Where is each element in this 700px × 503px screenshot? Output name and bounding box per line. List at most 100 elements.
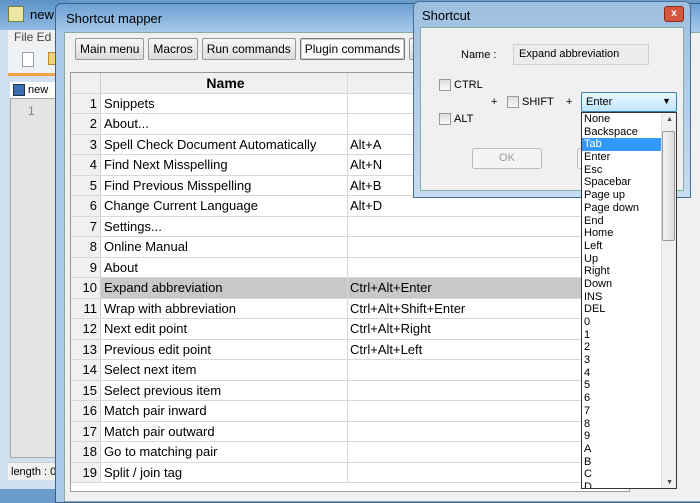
table-row[interactable]: 14 Select next item: [71, 360, 631, 381]
tab-plugin-commands[interactable]: Plugin commands: [299, 38, 406, 60]
row-name: Expand abbreviation: [101, 278, 348, 298]
row-number: 4: [71, 155, 101, 175]
row-name: About: [101, 257, 348, 277]
key-option[interactable]: A: [582, 443, 661, 456]
key-option[interactable]: Up: [582, 253, 661, 266]
table-row[interactable]: 12 Next edit point Ctrl+Alt+Right: [71, 319, 631, 340]
table-row[interactable]: 15 Select previous item: [71, 380, 631, 401]
key-option[interactable]: D: [582, 481, 661, 488]
row-name: Match pair inward: [101, 401, 348, 421]
save-icon: [13, 84, 25, 96]
row-number: 18: [71, 442, 101, 462]
key-option[interactable]: B: [582, 456, 661, 469]
checkbox-icon: [439, 79, 451, 91]
scroll-up-icon[interactable]: ▲: [666, 116, 673, 123]
key-option[interactable]: C: [582, 468, 661, 481]
table-row[interactable]: 13 Previous edit point Ctrl+Alt+Left: [71, 339, 631, 360]
key-option[interactable]: Tab: [582, 138, 661, 152]
key-option[interactable]: 6: [582, 392, 661, 405]
key-option[interactable]: 5: [582, 379, 661, 392]
row-name: Change Current Language: [101, 196, 348, 216]
key-option[interactable]: Spacebar: [582, 176, 661, 189]
row-name: Previous edit point: [101, 339, 348, 359]
row-number: 12: [71, 319, 101, 339]
table-row[interactable]: 8 Online Manual: [71, 237, 631, 258]
row-number: 7: [71, 216, 101, 236]
row-name: Go to matching pair: [101, 442, 348, 462]
key-option[interactable]: 8: [582, 418, 661, 431]
key-option[interactable]: INS: [582, 291, 661, 304]
key-option[interactable]: Backspace: [582, 126, 661, 139]
key-option[interactable]: Right: [582, 265, 661, 278]
window-title: new: [30, 6, 54, 22]
new-file-icon[interactable]: [22, 52, 34, 67]
key-option[interactable]: None: [582, 113, 661, 126]
row-name: Next edit point: [101, 319, 348, 339]
row-number: 14: [71, 360, 101, 380]
ctrl-checkbox[interactable]: CTRL: [439, 79, 483, 91]
row-name: Online Manual: [101, 237, 348, 257]
key-option[interactable]: 4: [582, 367, 661, 380]
checkbox-icon: [439, 113, 451, 125]
tab-macros[interactable]: Macros: [148, 38, 198, 60]
key-dropdown-list[interactable]: None Backspace Tab Enter Esc Spacebar Page up P…: [581, 112, 677, 489]
line-number: 1: [28, 104, 35, 118]
row-number: 13: [71, 339, 101, 359]
key-option[interactable]: Esc: [582, 164, 661, 177]
row-number: 17: [71, 421, 101, 441]
table-row[interactable]: 16 Match pair inward: [71, 401, 631, 422]
row-name: Settings...: [101, 216, 348, 236]
row-number: 16: [71, 401, 101, 421]
name-field: Expand abbreviation: [513, 44, 649, 65]
key-option[interactable]: 1: [582, 329, 661, 342]
row-name: Snippets: [101, 93, 348, 113]
plus-label: +: [491, 96, 498, 108]
table-row[interactable]: 17 Match pair outward: [71, 421, 631, 442]
ok-button[interactable]: OK: [472, 148, 542, 169]
row-number: 3: [71, 134, 101, 154]
header-name[interactable]: Name: [101, 73, 348, 93]
tab-main-menu[interactable]: Main menu: [75, 38, 145, 60]
row-name: Wrap with abbreviation: [101, 298, 348, 318]
table-row[interactable]: 9 About: [71, 257, 631, 278]
key-option[interactable]: 7: [582, 405, 661, 418]
key-option[interactable]: 9: [582, 430, 661, 443]
key-option[interactable]: 0: [582, 316, 661, 329]
tab-run-commands[interactable]: Run commands: [201, 38, 296, 60]
name-label: Name :: [461, 49, 497, 61]
table-row[interactable]: 10 Expand abbreviation Ctrl+Alt+Enter: [71, 278, 631, 299]
key-option[interactable]: Left: [582, 240, 661, 253]
table-row[interactable]: 6 Change Current Language Alt+D: [71, 196, 631, 217]
alt-checkbox[interactable]: ALT: [439, 113, 473, 125]
key-option[interactable]: Page up: [582, 189, 661, 202]
table-row[interactable]: 7 Settings...: [71, 216, 631, 237]
row-name: Select next item: [101, 360, 348, 380]
row-number: 9: [71, 257, 101, 277]
row-name: Find Previous Misspelling: [101, 175, 348, 195]
row-name: Find Next Misspelling: [101, 155, 348, 175]
key-option[interactable]: DEL: [582, 303, 661, 316]
table-row[interactable]: 18 Go to matching pair: [71, 442, 631, 463]
row-number: 10: [71, 278, 101, 298]
key-option[interactable]: Enter: [582, 151, 661, 164]
row-number: 15: [71, 380, 101, 400]
scroll-down-icon[interactable]: ▼: [666, 479, 673, 486]
key-option[interactable]: Home: [582, 227, 661, 240]
key-option[interactable]: 3: [582, 354, 661, 367]
key-option[interactable]: Down: [582, 278, 661, 291]
key-option[interactable]: Page down: [582, 202, 661, 215]
row-number: 11: [71, 298, 101, 318]
row-name: Split / join tag: [101, 462, 348, 482]
scrollbar-thumb[interactable]: [662, 131, 675, 241]
chevron-down-icon: ▼: [662, 96, 671, 106]
close-button[interactable]: x: [664, 6, 684, 22]
key-select[interactable]: Enter ▼: [581, 92, 677, 112]
key-option[interactable]: 2: [582, 341, 661, 354]
shift-checkbox[interactable]: SHIFT: [507, 96, 554, 108]
key-option[interactable]: End: [582, 215, 661, 228]
table-row[interactable]: 19 Split / join tag: [71, 462, 631, 483]
scrollbar[interactable]: ▲ ▼: [661, 113, 676, 488]
row-number: 6: [71, 196, 101, 216]
table-row[interactable]: 11 Wrap with abbreviation Ctrl+Alt+Shift+E…: [71, 298, 631, 319]
row-number: 5: [71, 175, 101, 195]
